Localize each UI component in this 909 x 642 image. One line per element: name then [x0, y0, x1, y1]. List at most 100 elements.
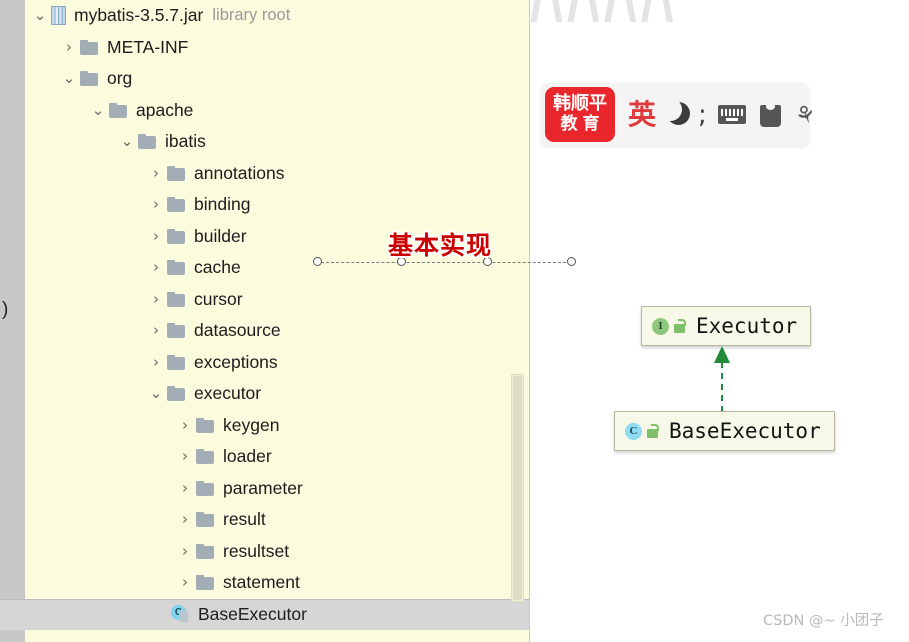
uml-node-baseexecutor[interactable]: C BaseExecutor — [614, 411, 835, 451]
tree-row-label: builder — [194, 225, 247, 246]
language-mode-button[interactable]: 英 — [628, 100, 656, 129]
chevron-down-icon[interactable]: ⌄ — [58, 71, 80, 86]
chevron-down-icon[interactable]: ⌄ — [29, 8, 51, 23]
tree-row[interactable]: › datasource — [25, 315, 529, 347]
tree-row-label: BaseExecutor — [198, 604, 307, 625]
tree-row[interactable]: C BaseExecutor — [0, 598, 529, 630]
lock-overlay-icon — [179, 607, 188, 623]
tree-row-label: loader — [223, 446, 272, 467]
tree-row-label: keygen — [223, 414, 280, 435]
folder-icon — [167, 165, 186, 181]
connector-handle-end[interactable] — [567, 257, 576, 266]
folder-icon — [167, 197, 186, 213]
arrow-head-icon — [714, 346, 730, 363]
settings-wrench-icon[interactable]: ⚘ — [791, 98, 821, 132]
tree-row-label: cache — [194, 257, 241, 278]
interface-badge-icon: I — [652, 317, 669, 335]
chevron-right-icon[interactable]: › — [145, 354, 167, 370]
folder-icon — [167, 354, 186, 370]
project-tree-panel[interactable]: ) ⌄ mybatis-3.5.7.jar library root › META-IN… — [0, 0, 530, 642]
folder-icon — [167, 228, 186, 244]
tree-row-label: org — [107, 68, 133, 89]
chevron-down-icon[interactable]: ⌄ — [116, 134, 138, 149]
top-watermark-band: /\/\/\/\ — [530, 0, 909, 22]
chevron-right-icon[interactable]: › — [174, 417, 196, 433]
tree-row-label: binding — [194, 194, 251, 215]
public-visibility-icon — [673, 318, 687, 334]
public-visibility-icon — [646, 423, 660, 439]
annotation-text-basic-implementation: 基本实现 — [388, 231, 493, 260]
tree-row[interactable]: ⌄ executor — [25, 378, 529, 410]
tree-row-label: datasource — [194, 320, 281, 341]
tree-row[interactable]: › exceptions — [25, 347, 529, 379]
tree-row-label: cursor — [194, 288, 243, 309]
ime-toolbar[interactable]: 韩顺平 教育 英 ; ⚘ — [541, 83, 820, 146]
chevron-right-icon[interactable]: › — [145, 260, 167, 275]
tree-row[interactable]: › parameter — [25, 473, 529, 505]
folder-icon — [80, 39, 99, 55]
chevron-right-icon[interactable]: › — [174, 449, 196, 464]
folder-icon — [167, 323, 186, 339]
tree-row[interactable]: ⌄ mybatis-3.5.7.jar library root — [25, 0, 529, 32]
folder-icon — [167, 291, 186, 307]
connector-dash-segment — [321, 262, 571, 263]
tree-row-label: annotations — [194, 162, 285, 183]
class-badge-icon: C — [625, 422, 642, 440]
chevron-right-icon[interactable]: › — [145, 197, 167, 212]
folder-icon — [109, 102, 128, 118]
tree-row[interactable]: › annotations — [25, 158, 529, 190]
ime-brand-logo-line1: 韩顺平 — [553, 93, 607, 115]
moon-icon[interactable] — [659, 97, 691, 128]
tree-row-label: result — [223, 509, 266, 530]
arrow-shaft — [721, 362, 723, 412]
tree-row-label: ibatis — [165, 131, 206, 152]
tree-row-label: executor — [194, 383, 262, 404]
folder-icon — [167, 386, 186, 402]
implements-arrow — [714, 346, 730, 412]
chevron-right-icon[interactable]: › — [174, 512, 196, 527]
tree-row[interactable]: › META-INF — [25, 32, 529, 64]
folder-icon — [196, 480, 215, 496]
skin-icon[interactable] — [757, 102, 784, 127]
ime-toolbar-items: 英 ; ⚘ — [628, 97, 821, 132]
chevron-right-icon[interactable]: › — [145, 291, 167, 307]
folder-icon — [196, 417, 215, 433]
chevron-down-icon[interactable]: ⌄ — [145, 386, 167, 401]
tree-row[interactable]: ⌄ org — [25, 63, 529, 95]
tree-row[interactable]: › cursor — [25, 284, 529, 316]
tree-row-label: parameter — [223, 477, 303, 498]
tree-row[interactable]: › result — [25, 504, 529, 536]
punctuation-mode-button[interactable]: ; — [698, 102, 707, 128]
uml-node-executor[interactable]: I Executor — [641, 306, 812, 346]
chevron-right-icon[interactable]: › — [145, 323, 167, 338]
top-watermark-glyphs: /\/\/\/\ — [530, 0, 678, 22]
tree-row[interactable]: › loader — [25, 441, 529, 473]
chevron-right-icon[interactable]: › — [174, 543, 196, 559]
tree-row-label: statement — [223, 572, 300, 593]
ime-brand-logo[interactable]: 韩顺平 教育 — [545, 87, 615, 142]
chevron-right-icon[interactable]: › — [174, 575, 196, 590]
tree-row[interactable]: › binding — [25, 189, 529, 221]
vertical-scrollbar-thumb[interactable] — [513, 376, 522, 600]
tree-row[interactable]: › keygen — [25, 410, 529, 442]
tree-row[interactable]: › resultset — [25, 536, 529, 568]
jar-icon — [51, 6, 66, 26]
chevron-right-icon[interactable]: › — [58, 39, 80, 55]
tree-row[interactable]: ⌄ ibatis — [25, 126, 529, 158]
folder-icon — [167, 260, 186, 276]
chevron-down-icon[interactable]: ⌄ — [87, 102, 109, 118]
chevron-right-icon[interactable]: › — [174, 480, 196, 496]
tree-row[interactable]: › statement — [25, 567, 529, 599]
tree-row-label: mybatis-3.5.7.jar — [74, 5, 204, 26]
tree-row-label: META-INF — [107, 36, 189, 57]
soft-keyboard-icon[interactable] — [717, 105, 746, 124]
folder-icon — [196, 512, 215, 528]
tree-row-suffix: library root — [212, 6, 291, 25]
class-icon: C — [171, 605, 190, 624]
vertical-scrollbar[interactable] — [511, 374, 524, 602]
chevron-right-icon[interactable]: › — [145, 228, 167, 244]
chevron-right-icon[interactable]: › — [145, 165, 167, 181]
connector-handle-start[interactable] — [313, 257, 322, 266]
tree-row[interactable]: ⌄ apache — [25, 95, 529, 127]
folder-icon — [196, 543, 215, 559]
